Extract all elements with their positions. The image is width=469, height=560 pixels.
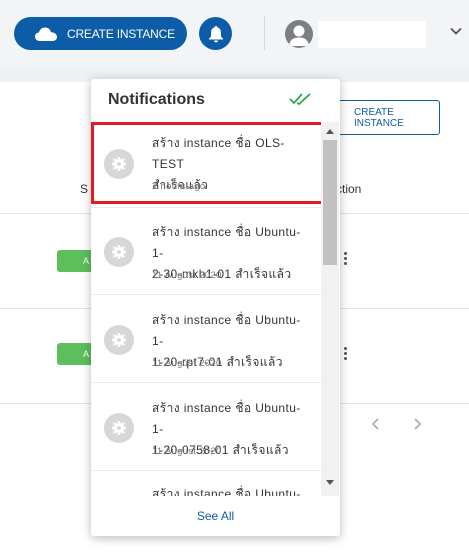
kebab-menu-icon[interactable]: [344, 347, 348, 363]
see-all-link[interactable]: See All: [91, 496, 340, 536]
create-instance-secondary-button[interactable]: CREATE INSTANCE: [335, 100, 440, 135]
notifications-scrollbar[interactable]: [321, 122, 339, 534]
chevron-left-icon[interactable]: [370, 417, 382, 431]
notification-line1: สร้าง instance ชื่อ Ubuntu-1-: [152, 401, 301, 436]
status-badge: A: [57, 250, 95, 272]
status-badge: A: [57, 343, 95, 365]
status-badge-label: A: [83, 349, 90, 359]
scrollbar-thumb[interactable]: [323, 140, 337, 265]
column-header-status: S: [80, 182, 89, 196]
double-check-icon[interactable]: [289, 91, 315, 107]
notification-time: 11 August 2020: [152, 270, 222, 281]
create-instance-secondary-label: CREATE INSTANCE: [354, 106, 404, 129]
top-bar: CREATE INSTANCE: [0, 0, 469, 68]
create-instance-button[interactable]: CREATE INSTANCE: [14, 17, 187, 50]
scroll-up-icon[interactable]: [325, 127, 335, 135]
chevron-down-icon[interactable]: [449, 24, 463, 38]
notification-item[interactable]: สร้าง instance ชื่อ Ubuntu-1- 1-20-rpt7-…: [91, 295, 321, 383]
notifications-dropdown: Notifications สร้าง instance ชื่อ OLS-TE…: [91, 79, 340, 536]
scroll-down-icon[interactable]: [325, 479, 335, 487]
gear-icon: [104, 237, 134, 267]
notification-line1: สร้าง instance ชื่อ Ubuntu-1-: [152, 313, 301, 348]
user-avatar-icon[interactable]: [285, 20, 313, 48]
notifications-button[interactable]: [199, 17, 232, 50]
create-instance-label: CREATE INSTANCE: [67, 26, 175, 41]
notification-time: 11 August 2020: [152, 446, 222, 457]
chevron-right-icon[interactable]: [411, 417, 423, 431]
cloud-icon: [35, 27, 57, 41]
notification-item[interactable]: สร้าง instance ชื่อ Ubuntu-1- 2-30-mkh1-…: [91, 207, 321, 295]
kebab-menu-icon[interactable]: [344, 252, 348, 268]
header-divider: [264, 16, 265, 50]
bell-icon: [208, 25, 223, 42]
notification-line1: สร้าง instance ชื่อ Ubuntu-1-: [152, 225, 301, 260]
notification-time: 11 August 2020: [152, 358, 222, 369]
username[interactable]: [318, 21, 426, 48]
status-badge-label: A: [83, 256, 90, 266]
notifications-title: Notifications: [108, 91, 205, 108]
notification-item[interactable]: สร้าง instance ชื่อ Ubuntu-1- 1-20-0758-…: [91, 383, 321, 471]
see-all-label: See All: [196, 509, 235, 523]
gear-icon: [104, 325, 134, 355]
highlighted-notification-outline: [91, 122, 331, 204]
gear-icon: [104, 413, 134, 443]
